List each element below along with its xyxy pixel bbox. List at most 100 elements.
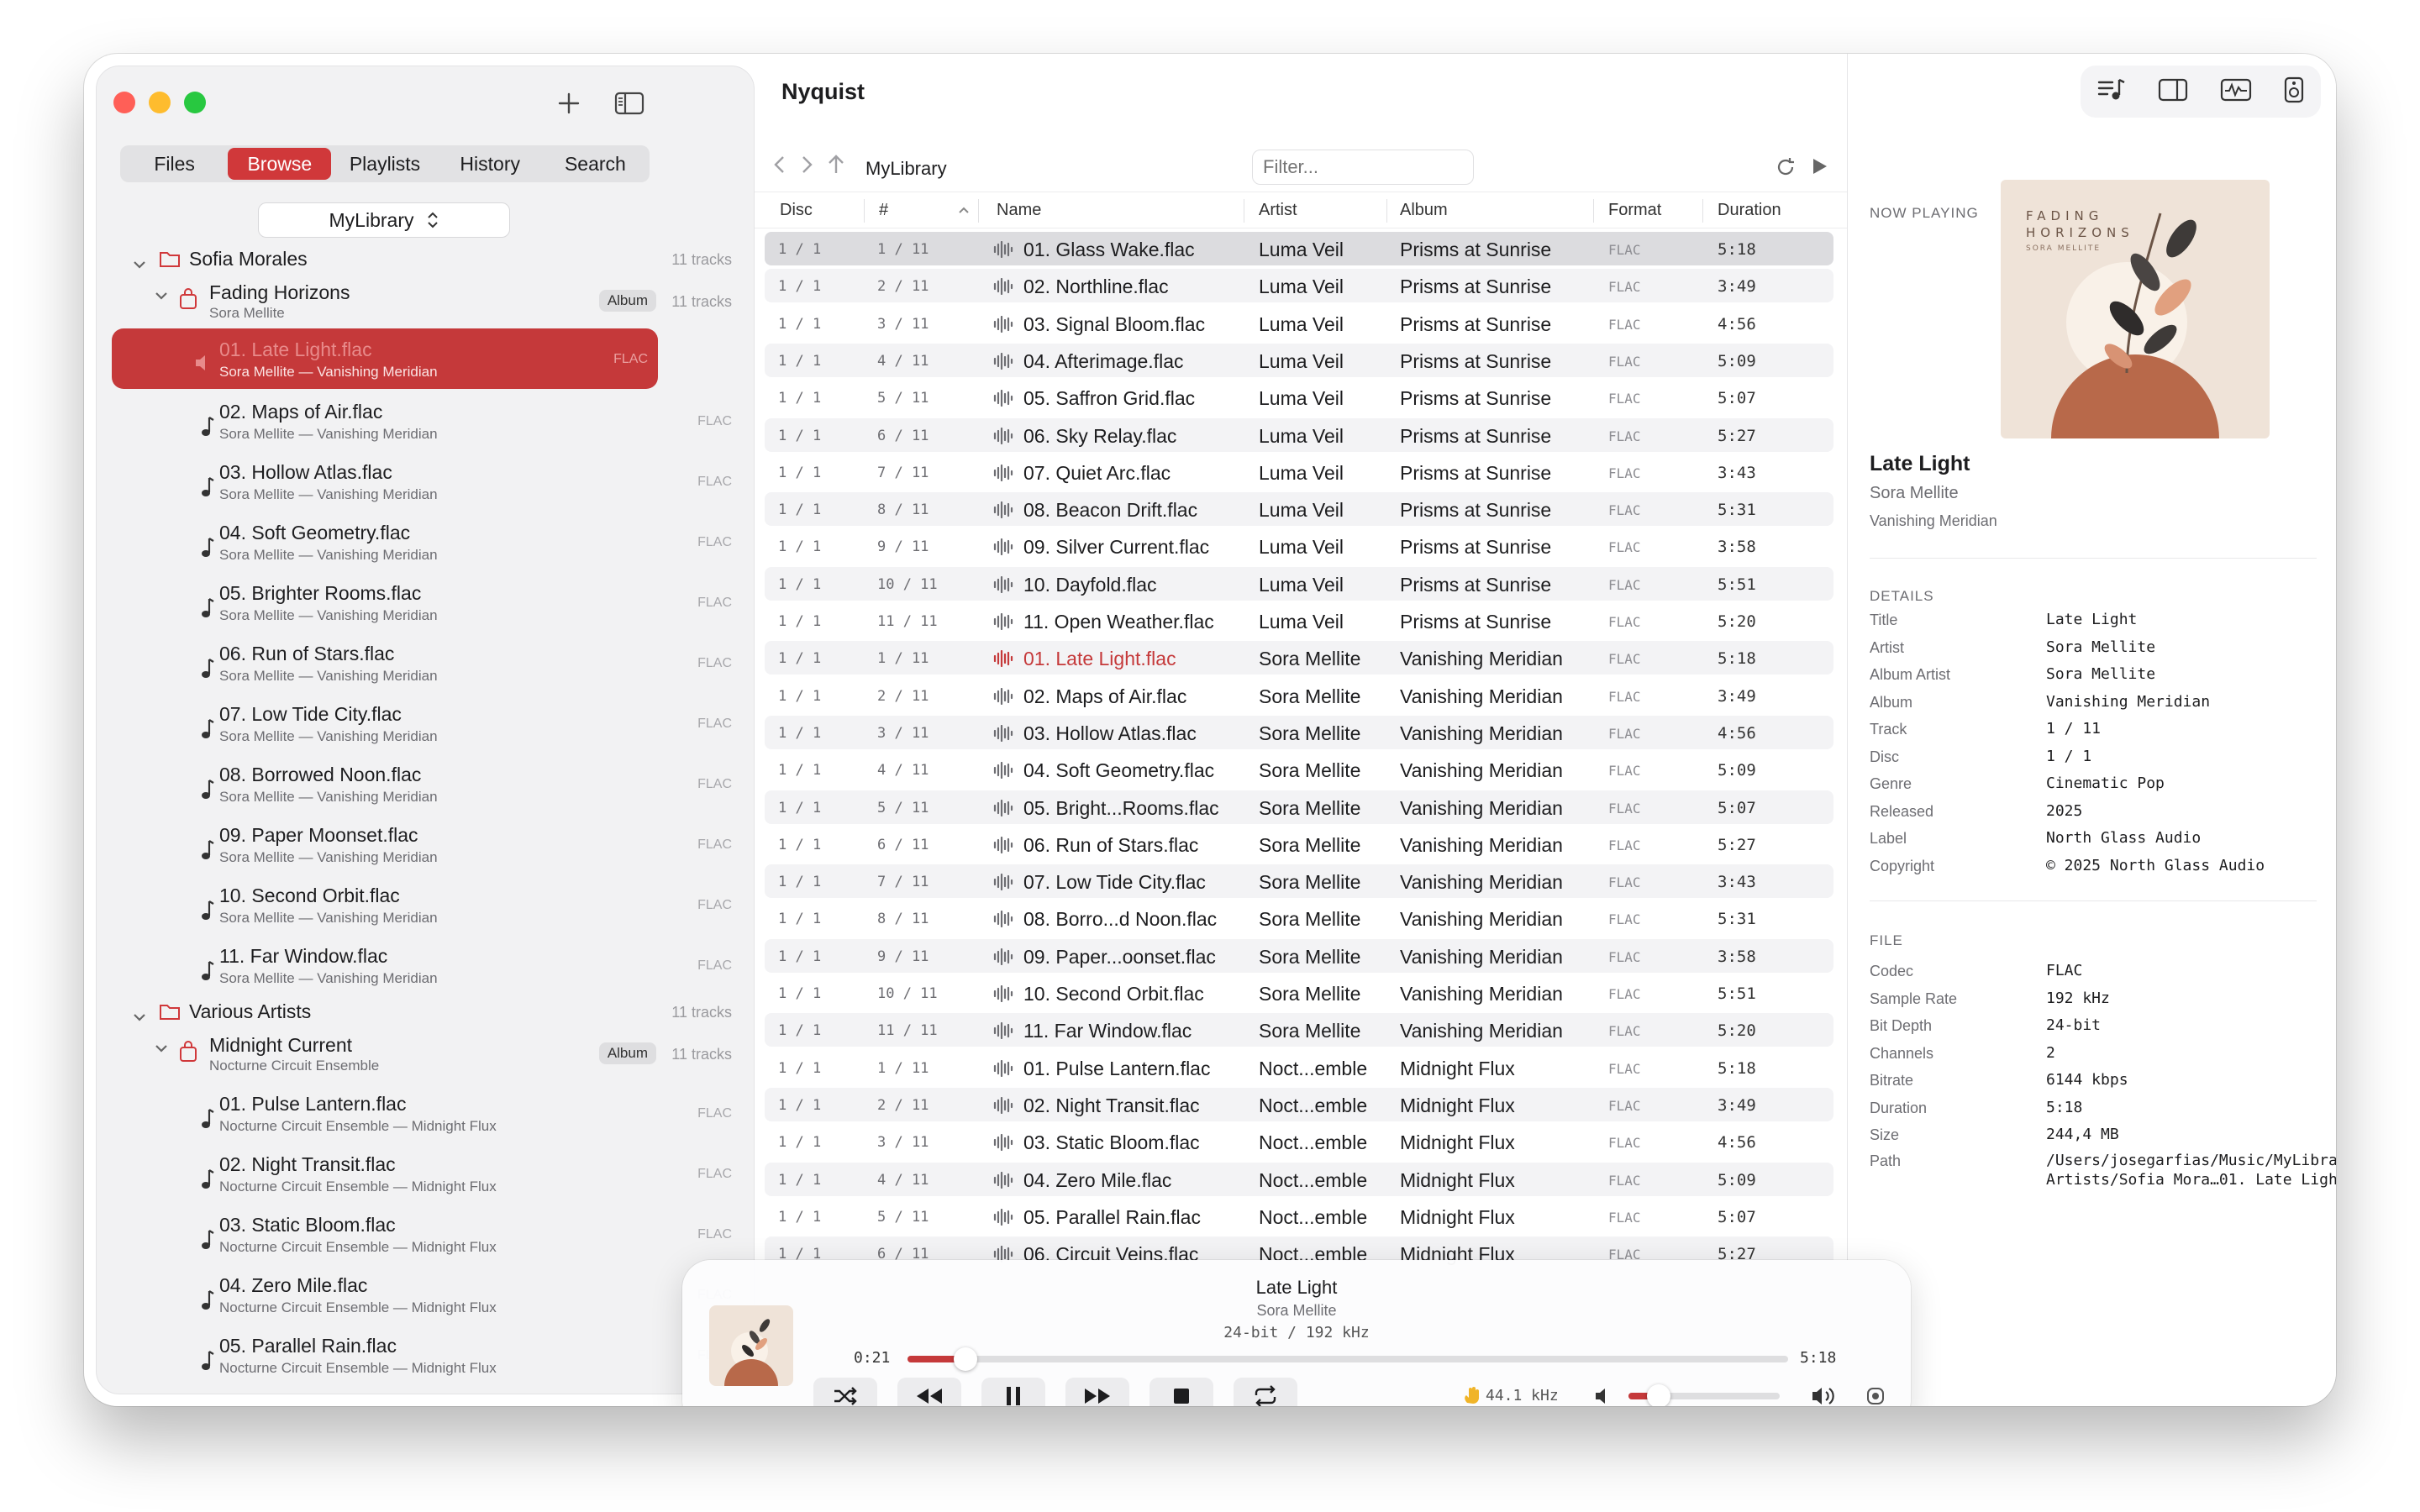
artist-group[interactable]: Various Artists 11 tracks bbox=[97, 995, 754, 1029]
sidebar-track-selected[interactable]: 01. Late Light.flac Sora Mellite — Vanish… bbox=[112, 328, 658, 389]
table-row[interactable]: 1 / 1 6 / 11 06. Sky Relay.flac Luma Veil Pr… bbox=[765, 418, 1833, 452]
table-row[interactable]: 1 / 1 8 / 11 08. Borro...d Noon.flac Sora M… bbox=[765, 901, 1833, 935]
file-key: Duration bbox=[1870, 1099, 1928, 1116]
chevron-down-icon[interactable] bbox=[132, 1011, 147, 1023]
chevron-down-icon[interactable] bbox=[154, 290, 169, 302]
album-node[interactable]: Midnight Current Nocturne Circuit Ensembl… bbox=[97, 1029, 754, 1079]
sidebar-track[interactable]: 05. Parallel Rain.flac Nocturne Circuit E… bbox=[97, 1325, 754, 1385]
toggle-sidebar-button[interactable] bbox=[611, 85, 648, 122]
library-select[interactable]: MyLibrary bbox=[258, 202, 510, 238]
table-row[interactable]: 1 / 1 6 / 11 06. Run of Stars.flac Sora Mel… bbox=[765, 827, 1833, 861]
next-button[interactable] bbox=[1065, 1378, 1129, 1406]
sidebar-track[interactable]: 02. Night Transit.flac Nocturne Circuit E… bbox=[97, 1143, 754, 1204]
back-button[interactable] bbox=[771, 155, 788, 179]
table-row[interactable]: 1 / 1 3 / 11 03. Signal Bloom.flac Luma Vei… bbox=[765, 307, 1833, 340]
sidebar-track[interactable]: 03. Static Bloom.flac Nocturne Circuit En… bbox=[97, 1204, 754, 1264]
col-disc[interactable]: Disc bbox=[780, 201, 813, 220]
output-device-button[interactable] bbox=[2283, 76, 2305, 108]
col-name[interactable]: Name bbox=[997, 201, 1041, 220]
row-disc: 1 / 1 bbox=[778, 948, 822, 965]
table-row[interactable]: 1 / 1 2 / 11 02. Northline.flac Luma Veil Pr… bbox=[765, 269, 1833, 302]
file-key: Size bbox=[1870, 1126, 1900, 1143]
table-row[interactable]: 1 / 1 4 / 11 04. Afterimage.flac Luma Veil P… bbox=[765, 344, 1833, 377]
table-row[interactable]: 1 / 1 1 / 11 01. Glass Wake.flac Luma Veil P… bbox=[765, 232, 1833, 265]
volume-mute-icon[interactable] bbox=[1593, 1386, 1613, 1406]
pause-button[interactable] bbox=[981, 1378, 1045, 1406]
table-row[interactable]: 1 / 1 10 / 11 10. Second Orbit.flac Sora Me… bbox=[765, 976, 1833, 1010]
table-row[interactable]: 1 / 1 10 / 11 10. Dayfold.flac Luma Veil Pri… bbox=[765, 567, 1833, 601]
table-row[interactable]: 1 / 1 1 / 11 01. Late Light.flac Sora Melli… bbox=[765, 641, 1833, 675]
sidebar-track[interactable]: 11. Far Window.flac Sora Mellite — Vanish… bbox=[97, 935, 754, 995]
shuffle-button[interactable] bbox=[813, 1378, 877, 1406]
repeat-button[interactable] bbox=[1234, 1378, 1297, 1406]
sidebar-track[interactable]: 02. Maps of Air.flac Sora Mellite — Vanis… bbox=[97, 391, 754, 451]
sidebar-track[interactable]: 05. Brighter Rooms.flac Sora Mellite — Va… bbox=[97, 572, 754, 633]
add-button[interactable] bbox=[550, 85, 587, 122]
table-row[interactable]: 1 / 1 3 / 11 03. Static Bloom.flac Noct...e… bbox=[765, 1125, 1833, 1158]
table-row[interactable]: 1 / 1 1 / 11 01. Pulse Lantern.flac Noct...… bbox=[765, 1051, 1833, 1084]
volume-slider[interactable] bbox=[1628, 1384, 1780, 1406]
breadcrumb[interactable]: MyLibrary bbox=[865, 158, 947, 180]
tab-playlists[interactable]: Playlists bbox=[333, 148, 436, 180]
sidebar-track[interactable]: 04. Zero Mile.flac Nocturne Circuit Ensem… bbox=[97, 1264, 754, 1325]
sidebar-track[interactable]: 06. Run of Stars.flac Sora Mellite — Vani… bbox=[97, 633, 754, 693]
table-row[interactable]: 1 / 1 3 / 11 03. Hollow Atlas.flac Sora Mel… bbox=[765, 716, 1833, 749]
sidebar-track[interactable]: 04. Soft Geometry.flac Sora Mellite — Van… bbox=[97, 512, 754, 572]
up-button[interactable] bbox=[827, 155, 845, 179]
sidebar-track[interactable]: 08. Borrowed Noon.flac Sora Mellite — Van… bbox=[97, 753, 754, 814]
forward-button[interactable] bbox=[798, 155, 815, 179]
table-row[interactable]: 1 / 1 9 / 11 09. Paper...oonset.flac Sora M… bbox=[765, 939, 1833, 973]
table-row[interactable]: 1 / 1 2 / 11 02. Night Transit.flac Noct...… bbox=[765, 1088, 1833, 1121]
col-duration[interactable]: Duration bbox=[1718, 201, 1781, 220]
previous-button[interactable] bbox=[897, 1378, 961, 1406]
row-disc: 1 / 1 bbox=[778, 837, 822, 853]
waveform-button[interactable] bbox=[2220, 77, 2252, 107]
chevron-down-icon[interactable] bbox=[132, 259, 147, 270]
play-all-button[interactable] bbox=[1810, 156, 1828, 181]
refresh-button[interactable] bbox=[1775, 156, 1797, 182]
elapsed-time: 0:21 bbox=[854, 1349, 891, 1367]
seek-knob[interactable] bbox=[954, 1347, 977, 1371]
table-row[interactable]: 1 / 1 9 / 11 09. Silver Current.flac Luma V… bbox=[765, 529, 1833, 563]
table-row[interactable]: 1 / 1 4 / 11 04. Soft Geometry.flac Sora Me… bbox=[765, 753, 1833, 786]
chevron-down-icon[interactable] bbox=[154, 1042, 169, 1054]
zoom-window-button[interactable] bbox=[184, 92, 206, 113]
table-row[interactable]: 1 / 1 11 / 11 11. Open Weather.flac Luma Ve… bbox=[765, 604, 1833, 638]
minimize-window-button[interactable] bbox=[149, 92, 171, 113]
queue-button[interactable] bbox=[2096, 76, 2127, 108]
table-row[interactable]: 1 / 1 2 / 11 02. Maps of Air.flac Sora Mell… bbox=[765, 679, 1833, 712]
volume-high-icon[interactable] bbox=[1810, 1384, 1839, 1406]
row-album: Vanishing Meridian bbox=[1400, 834, 1563, 856]
settings-icon[interactable] bbox=[1865, 1386, 1886, 1406]
tab-files[interactable]: Files bbox=[123, 148, 226, 180]
tab-browse[interactable]: Browse bbox=[228, 148, 332, 180]
sidebar-track[interactable]: 03. Hollow Atlas.flac Sora Mellite — Vani… bbox=[97, 451, 754, 512]
album-node[interactable]: Fading Horizons Sora Mellite Album 11 track… bbox=[97, 276, 754, 327]
col-format[interactable]: Format bbox=[1608, 201, 1661, 220]
volume-knob[interactable] bbox=[1647, 1384, 1670, 1406]
filter-input[interactable] bbox=[1252, 150, 1474, 185]
table-row[interactable]: 1 / 1 4 / 11 04. Zero Mile.flac Noct...embl… bbox=[765, 1163, 1833, 1196]
seek-bar[interactable] bbox=[908, 1347, 1788, 1371]
table-row[interactable]: 1 / 1 5 / 11 05. Bright...Rooms.flac Sora M… bbox=[765, 790, 1833, 824]
sidebar-track[interactable]: 07. Low Tide City.flac Sora Mellite — Van… bbox=[97, 693, 754, 753]
sidebar-track[interactable]: 01. Pulse Lantern.flac Nocturne Circuit E… bbox=[97, 1083, 754, 1143]
tab-search[interactable]: Search bbox=[544, 148, 647, 180]
table-row[interactable]: 1 / 1 7 / 11 07. Quiet Arc.flac Luma Veil Pr… bbox=[765, 455, 1833, 489]
inspector-toggle-button[interactable] bbox=[2158, 77, 2188, 107]
col-album[interactable]: Album bbox=[1400, 201, 1448, 220]
stop-button[interactable] bbox=[1150, 1378, 1213, 1406]
tab-history[interactable]: History bbox=[439, 148, 542, 180]
col-track-number[interactable]: # bbox=[879, 201, 888, 220]
table-row[interactable]: 1 / 1 7 / 11 07. Low Tide City.flac Sora Me… bbox=[765, 864, 1833, 898]
sidebar-track[interactable]: 10. Second Orbit.flac Sora Mellite — Vani… bbox=[97, 874, 754, 935]
sidebar-track-format: FLAC bbox=[697, 1106, 732, 1121]
artist-group[interactable]: Sofia Morales 11 tracks bbox=[97, 243, 754, 276]
table-row[interactable]: 1 / 1 11 / 11 11. Far Window.flac Sora Mell… bbox=[765, 1013, 1833, 1047]
table-row[interactable]: 1 / 1 8 / 11 08. Beacon Drift.flac Luma Vei… bbox=[765, 492, 1833, 526]
table-row[interactable]: 1 / 1 5 / 11 05. Saffron Grid.flac Luma Vei… bbox=[765, 381, 1833, 414]
table-row[interactable]: 1 / 1 5 / 11 05. Parallel Rain.flac Noct...… bbox=[765, 1200, 1833, 1233]
col-artist[interactable]: Artist bbox=[1259, 201, 1297, 220]
sidebar-track[interactable]: 09. Paper Moonset.flac Sora Mellite — Van… bbox=[97, 814, 754, 874]
close-window-button[interactable] bbox=[113, 92, 135, 113]
